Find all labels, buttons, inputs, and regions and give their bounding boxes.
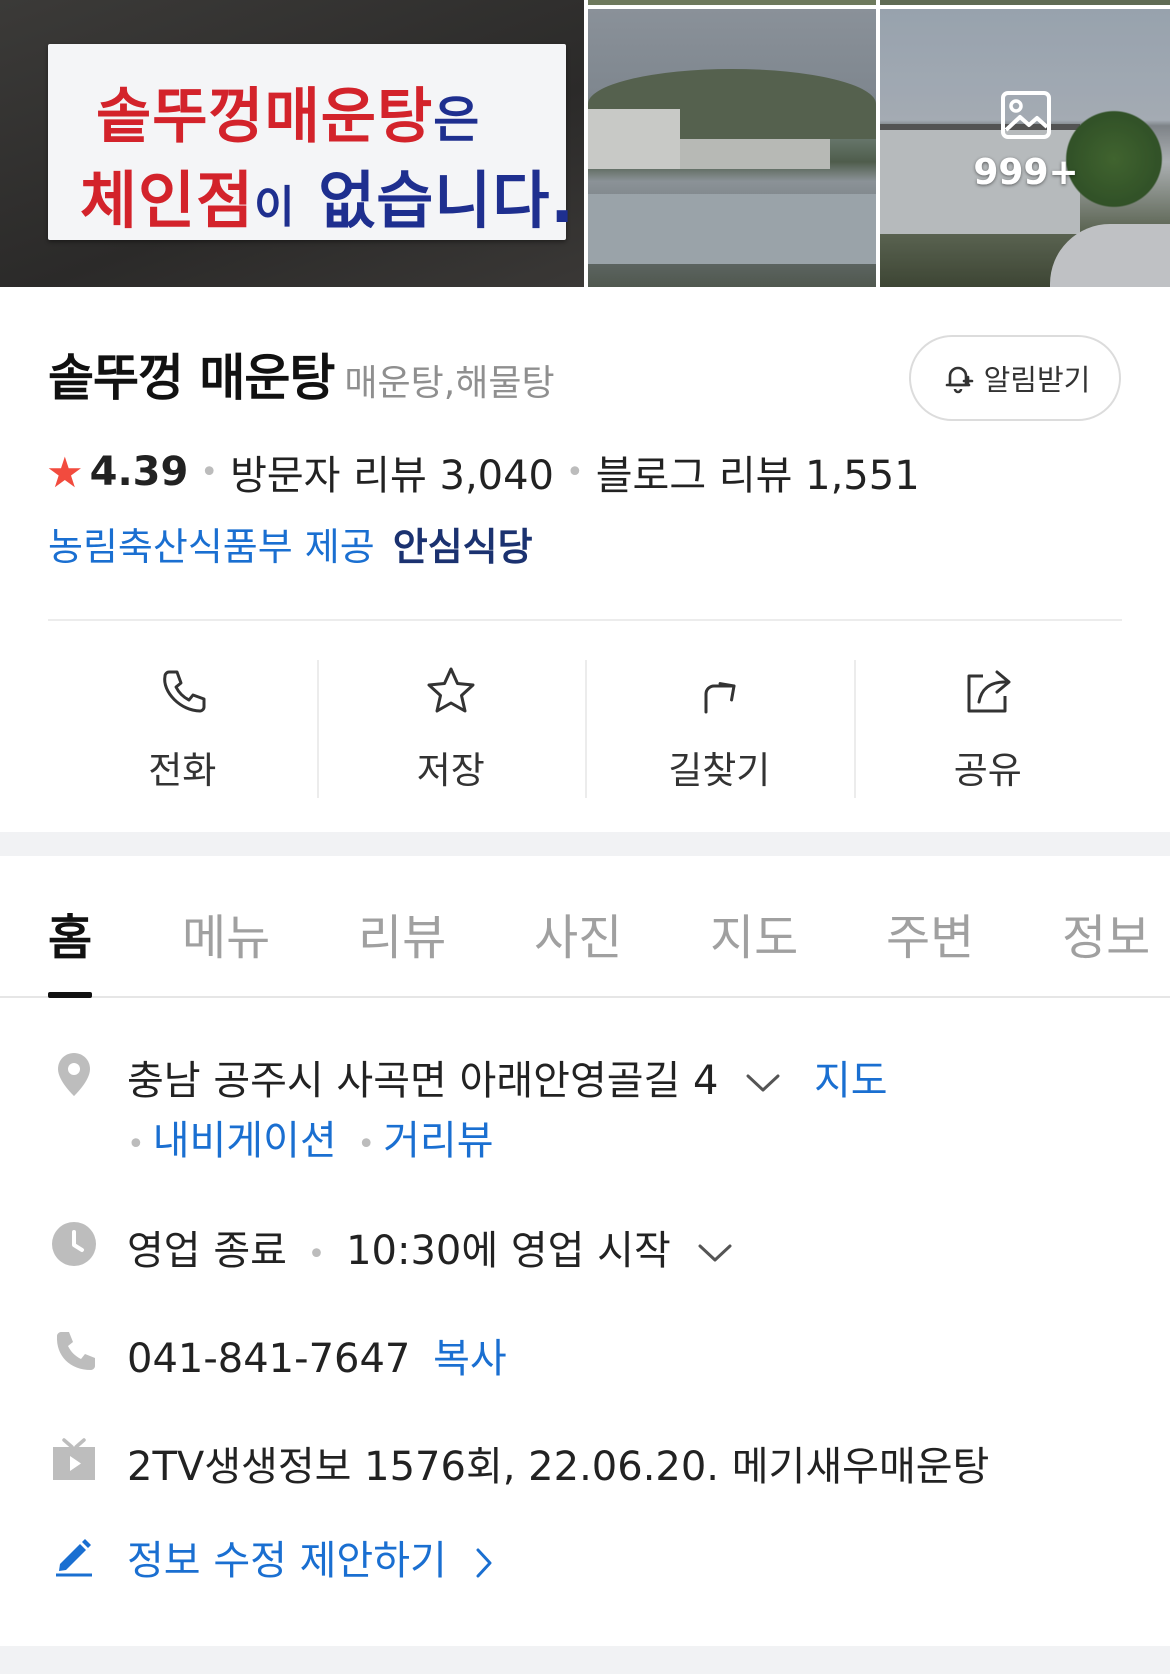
gallery-icon xyxy=(1001,91,1051,139)
chevron-down-icon[interactable] xyxy=(745,1072,781,1094)
visitor-reviews-link[interactable]: 방문자 리뷰 3,040 xyxy=(230,443,554,501)
phone-row: 041-841-7647 복사 xyxy=(127,1326,507,1384)
separator-dot: • xyxy=(566,454,584,490)
tab-reviews[interactable]: 리뷰 xyxy=(358,898,446,968)
star-outline-icon xyxy=(427,667,475,713)
tab-bar: 홈 메뉴 리뷰 사진 지도 주변 정보 xyxy=(0,856,1170,998)
place-category: 매운탕,해물탕 xyxy=(344,363,555,404)
sign-line-1: 솥뚜껑매운탕은 xyxy=(96,82,481,152)
place-name: 솥뚜껑 매운탕 xyxy=(48,349,335,407)
navigation-link[interactable]: 내비게이션 xyxy=(153,1118,337,1164)
tv-icon xyxy=(53,1438,95,1480)
tab-home[interactable]: 홈 xyxy=(48,898,92,968)
business-hours: 10:30에 영업 시작 xyxy=(346,1228,671,1274)
separator-dot: • xyxy=(127,1127,145,1162)
tab-info[interactable]: 정보 xyxy=(1062,898,1150,968)
photo-top-1[interactable] xyxy=(588,0,876,5)
address-row: 충남 공주시 사곡면 아래안영골길 4 지도 xyxy=(127,1048,888,1106)
more-photos-count: 999+ xyxy=(973,152,1079,193)
tv-appearance: 2TV생생정보 1576회, 22.06.20. 메기새우매운탕 xyxy=(127,1444,990,1490)
address-links-row: • 내비게이션 • 거리뷰 xyxy=(127,1108,494,1166)
hours-row[interactable]: 영업 종료 • 10:30에 영업 시작 xyxy=(127,1218,733,1276)
address-text: 충남 공주시 사곡면 아래안영골길 4 xyxy=(127,1058,719,1104)
star-icon: ★ xyxy=(46,447,84,497)
photo-main[interactable]: 솥뚜껑매운탕은 체인점이 없습니다. xyxy=(0,0,584,287)
separator-dot: • xyxy=(200,454,219,490)
section-gap xyxy=(0,832,1170,856)
save-label: 저장 xyxy=(416,749,485,792)
action-bar: 전화 저장 길찾기 공유 xyxy=(48,658,1123,798)
active-tab-indicator xyxy=(48,992,92,998)
separator-dot: • xyxy=(357,1127,376,1162)
phone-icon xyxy=(56,1332,95,1370)
chevron-down-icon[interactable] xyxy=(697,1242,733,1264)
photo-top-2[interactable] xyxy=(880,0,1170,5)
sign-image: 솥뚜껑매운탕은 체인점이 없습니다. xyxy=(48,44,574,240)
clock-icon xyxy=(52,1222,96,1266)
suggest-edit-link[interactable]: 정보 수정 제안하기 xyxy=(127,1528,494,1586)
more-photos-overlay[interactable] xyxy=(880,9,1170,287)
directions-arrow-icon xyxy=(704,682,736,714)
location-pin-icon xyxy=(58,1053,90,1096)
tab-map[interactable]: 지도 xyxy=(710,898,798,968)
stats-row: ★ 4.39 • 방문자 리뷰 3,040 • 블로그 리뷰 1,551 xyxy=(46,443,920,501)
notify-label: 알림받기 xyxy=(983,363,1091,397)
place-header: 솥뚜껑 매운탕 매운탕,해물탕 xyxy=(48,338,555,410)
divider xyxy=(48,619,1122,621)
share-button[interactable]: 공유 xyxy=(853,658,1123,798)
photo-lake[interactable] xyxy=(588,9,876,287)
tab-photos[interactable]: 사진 xyxy=(534,898,622,968)
rating-value: 4.39 xyxy=(89,449,189,495)
business-status: 영업 종료 xyxy=(127,1228,287,1274)
call-label: 전화 xyxy=(148,749,217,792)
phone-icon xyxy=(163,670,206,713)
suggest-edit-label: 정보 수정 제안하기 xyxy=(127,1538,447,1584)
copy-phone-link[interactable]: 복사 xyxy=(433,1336,507,1382)
tv-row: 2TV생생정보 1576회, 22.06.20. 메기새우매운탕 xyxy=(127,1434,989,1492)
call-button[interactable]: 전화 xyxy=(48,658,317,796)
provider-row: 농림축산식품부 제공 안심식당 xyxy=(48,516,533,571)
share-label: 공유 xyxy=(953,749,1022,792)
share-icon xyxy=(967,670,1011,713)
sign-line-2: 체인점이 없습니다. xyxy=(80,164,575,237)
pencil-icon xyxy=(56,1539,92,1577)
tab-menu[interactable]: 메뉴 xyxy=(182,898,270,968)
directions-label: 길찾기 xyxy=(668,749,771,792)
separator-dot: • xyxy=(307,1237,326,1272)
map-link[interactable]: 지도 xyxy=(814,1058,888,1104)
phone-number[interactable]: 041-841-7647 xyxy=(127,1336,410,1382)
save-button[interactable]: 저장 xyxy=(316,658,586,798)
notify-button[interactable]: 알림받기 xyxy=(909,335,1121,421)
photo-strip: 솥뚜껑매운탕은 체인점이 없습니다. 999+ xyxy=(0,0,1170,287)
directions-button[interactable]: 길찾기 xyxy=(585,658,854,798)
chevron-right-icon xyxy=(476,1548,492,1578)
bell-plus-icon xyxy=(945,366,973,394)
provider-link[interactable]: 농림축산식품부 제공 xyxy=(48,516,375,571)
safe-restaurant-badge: 안심식당 xyxy=(392,525,533,569)
blog-reviews-link[interactable]: 블로그 리뷰 1,551 xyxy=(596,443,920,501)
streetview-link[interactable]: 거리뷰 xyxy=(383,1118,493,1164)
tab-nearby[interactable]: 주변 xyxy=(886,898,974,968)
section-gap xyxy=(0,1646,1170,1674)
